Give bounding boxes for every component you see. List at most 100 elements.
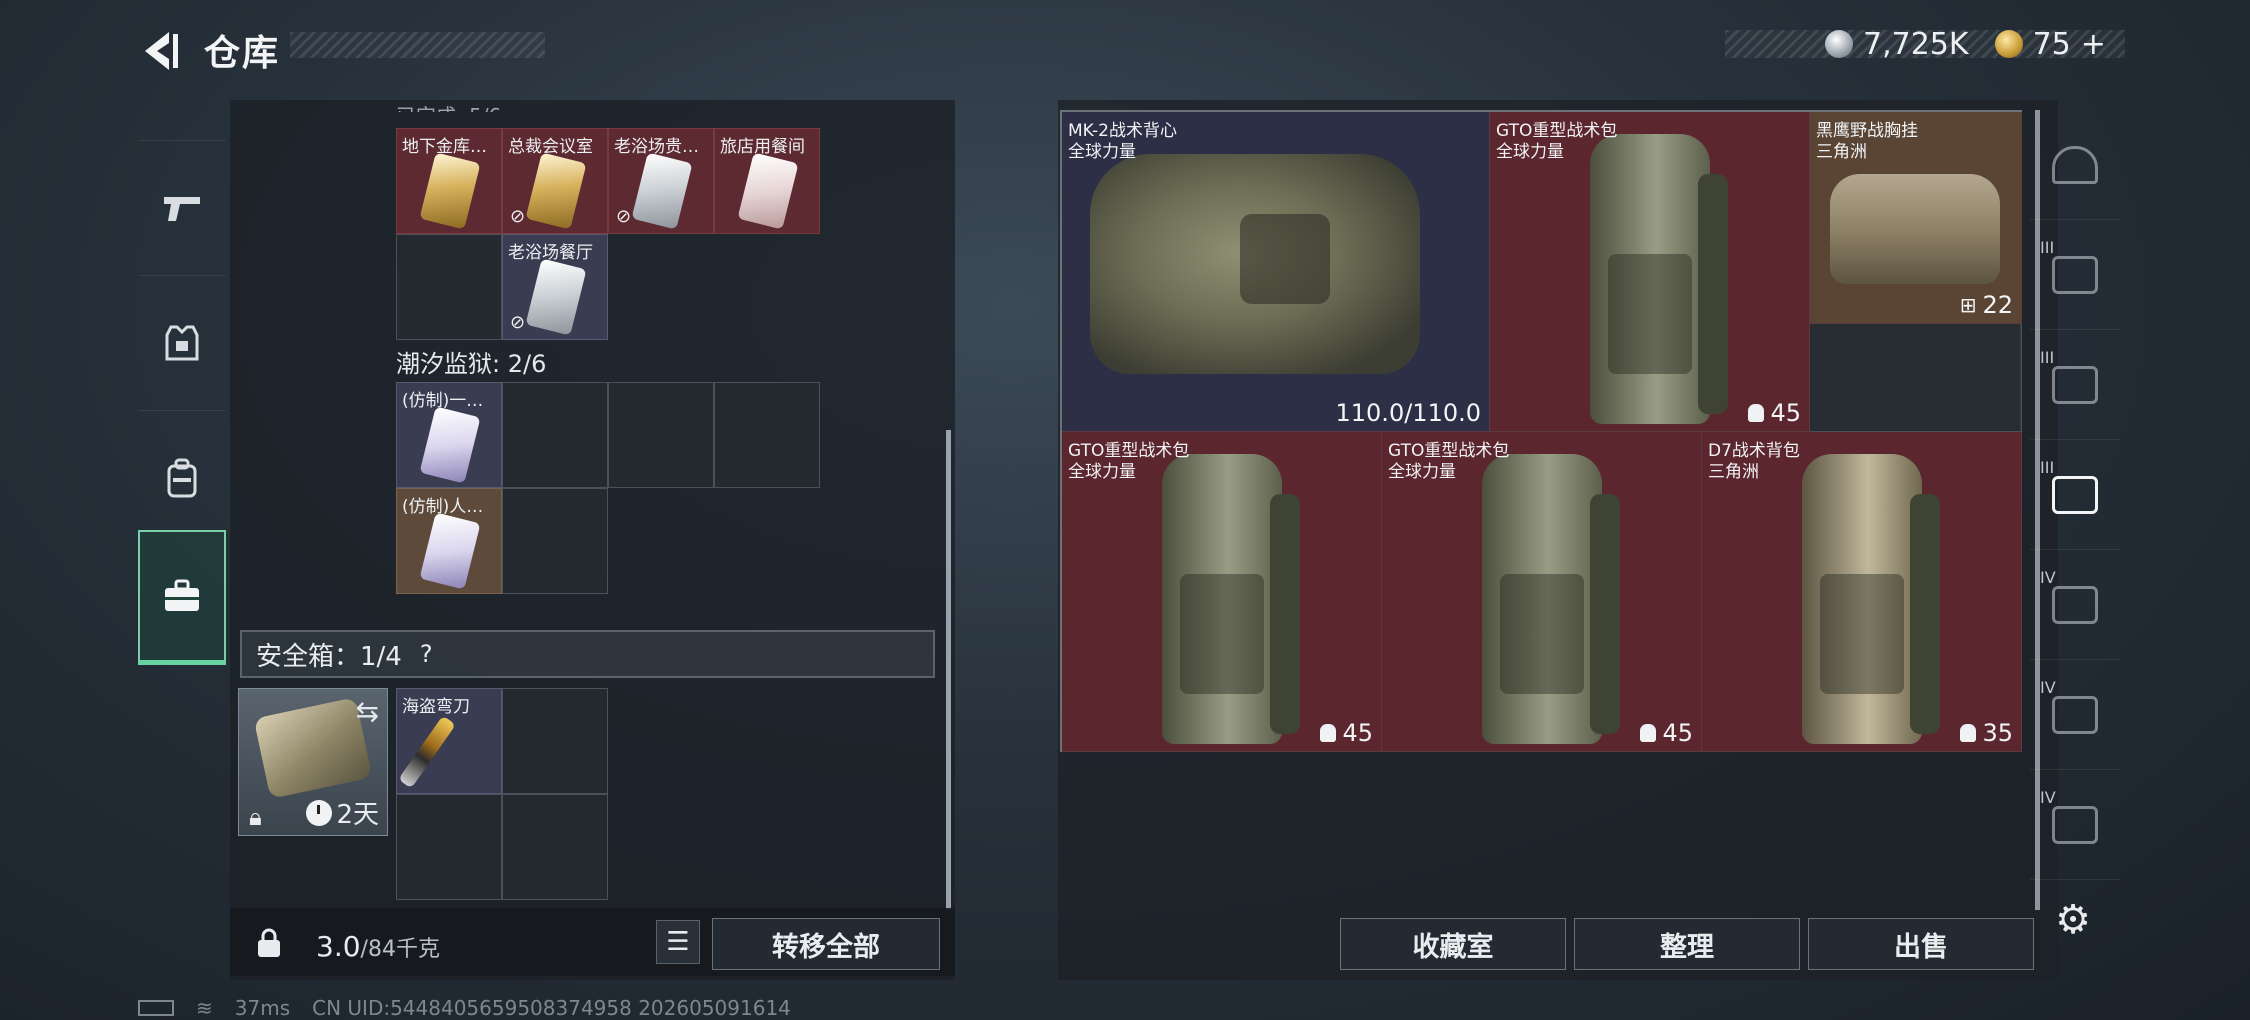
safe-box-label: 安全箱：1/4 [256,641,402,672]
right-category-rail: III III III IV IV IV [2030,110,2120,910]
item-faction: 全球力量 [1388,462,1456,482]
back-button[interactable] [135,26,185,76]
item-capacity: ⊞ 22 [1960,291,2013,319]
empty-slot[interactable] [502,794,608,900]
empty-slot[interactable] [502,382,608,488]
empty-slot[interactable] [502,488,608,594]
key-label: (仿制)人… [402,497,484,517]
item-capacity: 45 [1320,719,1373,747]
category-tab[interactable]: III [2030,440,2120,550]
help-button[interactable]: ? [420,640,433,668]
collection-room-button[interactable]: 收藏室 [1340,918,1566,970]
empty-slot[interactable] [1810,324,2022,432]
grid-capacity-icon: ⊞ [1959,293,1977,317]
empty-slot[interactable] [608,382,714,488]
item-durability: 110.0/110.0 [1335,399,1482,427]
sell-button[interactable]: 出售 [1808,918,2034,970]
key-slot[interactable]: 老浴场贵… ⊘ [608,128,714,234]
capacity-value: 45 [1662,719,1693,747]
empty-slot[interactable] [396,234,502,340]
key-slot[interactable]: 老浴场餐厅 ⊘ [502,234,608,340]
tier-label: IV [2040,788,2056,807]
safe-item-slot[interactable]: 海盗弯刀 [396,688,502,794]
status-footer: ≋ 37ms CN UID:5448405659508374958 202605… [138,996,791,1020]
item-card[interactable]: GTO重型战术包 全球力量 45 [1062,432,1382,752]
settings-button[interactable]: ⚙ [2048,895,2098,945]
key-slot[interactable]: 总裁会议室 ⊘ [502,128,608,234]
tier3-pack-icon [2052,365,2098,404]
key-slot[interactable]: 地下金库… [396,128,502,234]
back-arrow-icon [145,32,178,70]
ping-value: 37ms [234,996,291,1020]
key-label: (仿制)一… [402,391,484,411]
category-tab[interactable] [2030,110,2120,220]
backpack-icon [167,458,197,498]
item-faction: 全球力量 [1068,142,1136,162]
key-label: 地下金库… [402,137,487,157]
lock-button[interactable] [240,915,298,971]
silver-coin-icon [1825,30,1853,58]
organize-button[interactable]: 整理 [1574,918,1800,970]
empty-slot[interactable] [396,794,502,900]
gold-amount: 75 [2032,26,2071,62]
tab-gear[interactable] [138,275,226,410]
expiry-timer: 2天 [306,794,379,831]
keycard-violet-icon [419,406,481,484]
key-label: 旅店用餐间 [720,137,805,157]
key-slot[interactable]: 旅店用餐间 [714,128,820,234]
capacity-value: 22 [1982,291,2013,319]
backpack-icon [1590,134,1728,424]
keycard-gold-icon [419,152,481,230]
item-capacity: 45 [1640,719,1693,747]
page-title: 仓库 [204,33,281,74]
tier-label: III [2040,348,2055,367]
capacity-icon [1320,724,1337,742]
list-icon: ☰ [666,927,690,957]
item-card[interactable]: 黑鹰野战胸挂 三角洲 ⊞ 22 [1810,112,2022,324]
item-card[interactable]: MK-2战术背心 全球力量 110.0/110.0 [1062,112,1490,432]
item-card[interactable]: D7战术背包 三角洲 35 [1702,432,2022,752]
armor-icon [165,325,199,361]
key-slot[interactable]: (仿制)一… [396,382,502,488]
padlock-icon [258,928,280,957]
key-slot[interactable]: (仿制)人… [396,488,502,594]
item-card[interactable]: GTO重型战术包 全球力量 45 [1382,432,1702,752]
item-card[interactable]: GTO重型战术包 全球力量 45 [1490,112,1810,432]
capacity-value: 45 [1342,719,1373,747]
battery-icon [138,1000,174,1016]
add-currency-button[interactable]: + [2081,27,2106,62]
empty-slot[interactable] [502,688,608,794]
helmet-icon [2052,145,2098,184]
swap-icon[interactable]: ⇆ [356,695,379,728]
lock-icon: 🔒︎ [249,803,262,831]
chest-rig-icon [1830,174,2000,284]
category-tab[interactable]: III [2030,330,2120,440]
left-panel-scrollbar[interactable] [946,430,951,910]
section-cutoff-label: 已完成: 5/6 [396,100,501,112]
empty-slot[interactable] [714,382,820,488]
wifi-icon: ≋ [196,996,213,1020]
tier-label: IV [2040,568,2056,587]
category-tab[interactable]: III [2030,220,2120,330]
category-tab[interactable]: IV [2030,770,2120,880]
key-label: 总裁会议室 [508,137,593,157]
list-view-button[interactable]: ☰ [656,920,700,964]
pistol-icon [164,197,200,221]
tab-weapons[interactable] [138,140,226,275]
keycard-violet-icon [419,512,481,590]
weight-max: /84千克 [360,937,440,962]
no-sell-icon: ⊘ [510,312,526,333]
safe-box-item[interactable]: ⇆ 🔒︎ 2天 [238,688,388,836]
item-capacity: 35 [1960,719,2013,747]
category-tab[interactable]: IV [2030,660,2120,770]
key-label: 老浴场餐厅 [508,243,593,263]
transfer-all-button[interactable]: 转移全部 [712,918,940,970]
tab-container[interactable] [138,530,226,665]
category-tab[interactable]: IV [2030,550,2120,660]
item-faction: 全球力量 [1068,462,1136,482]
keycard-silver-icon [525,258,587,336]
item-faction: 三角洲 [1708,462,1759,482]
tab-backpack[interactable] [138,410,226,545]
capacity-icon [1640,724,1657,742]
no-sell-icon: ⊘ [616,206,632,227]
